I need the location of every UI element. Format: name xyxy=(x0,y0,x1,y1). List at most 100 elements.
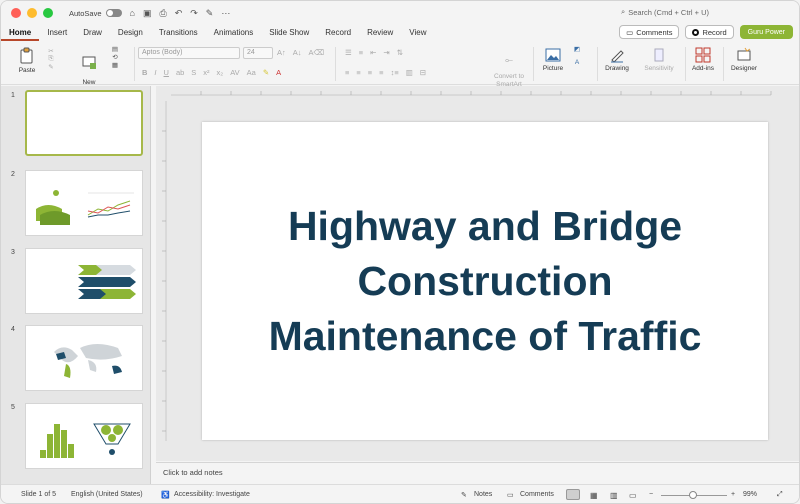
clear-format-icon[interactable]: A⌫ xyxy=(309,48,325,57)
undo-icon[interactable]: ↶ xyxy=(175,8,183,19)
zoom-out-icon[interactable]: − xyxy=(649,491,653,498)
cut-icon[interactable]: ✂ xyxy=(43,47,59,55)
font-name-field[interactable]: Aptos (Body) xyxy=(138,47,240,59)
underline-icon[interactable]: U xyxy=(164,68,169,77)
tab-transitions[interactable]: Transitions xyxy=(151,25,206,41)
current-slide[interactable]: Highway and Bridge Construction Maintena… xyxy=(202,122,768,440)
autosave-toggle[interactable] xyxy=(105,9,122,17)
subscript-icon[interactable]: x₂ xyxy=(217,68,224,77)
sensitivity-button[interactable]: Sensitivity xyxy=(641,47,677,72)
shapes-icon[interactable]: ◩ xyxy=(569,45,585,53)
accessibility-status[interactable]: Accessibility: Investigate xyxy=(174,491,250,498)
fit-slide-icon[interactable]: ⤢ xyxy=(777,491,783,499)
copy-icon[interactable]: ⎘ xyxy=(43,55,59,63)
textbox-icon[interactable]: A xyxy=(569,59,585,66)
text-direction-icon[interactable]: ⇅ xyxy=(397,48,403,57)
tab-animations[interactable]: Animations xyxy=(206,25,262,41)
thumbnail-slide-3[interactable] xyxy=(25,248,143,314)
more-icon[interactable]: ⋯ xyxy=(221,8,230,19)
tab-view[interactable]: View xyxy=(401,25,434,41)
increase-indent-icon[interactable]: ⇥ xyxy=(383,48,389,57)
increase-font-icon[interactable]: A↑ xyxy=(277,48,286,57)
numbering-icon[interactable]: ≡ xyxy=(359,48,363,57)
zoom-in-icon[interactable]: + xyxy=(731,491,735,498)
tab-record[interactable]: Record xyxy=(317,25,359,41)
zoom-slider-handle[interactable] xyxy=(689,491,697,499)
picture-button[interactable]: Picture xyxy=(539,47,567,72)
slideshow-icon[interactable]: ▭ xyxy=(629,491,637,500)
notes-icon[interactable]: ✎ xyxy=(461,491,467,499)
columns-icon[interactable]: ▥ xyxy=(406,68,413,77)
designer-button[interactable]: Designer xyxy=(728,47,760,72)
thumbnail-slide-5[interactable] xyxy=(25,403,143,469)
tab-design[interactable]: Design xyxy=(110,25,151,41)
thumbnail-slide-2[interactable] xyxy=(25,170,143,236)
align-left-icon[interactable]: ≡ xyxy=(345,68,349,77)
tab-insert[interactable]: Insert xyxy=(39,25,75,41)
normal-view-button[interactable] xyxy=(566,489,580,500)
addins-button[interactable]: Add-ins xyxy=(689,47,717,72)
drawing-button[interactable]: Drawing xyxy=(603,47,631,72)
paragraph-align-tools: ≡ ≡ ≡ ≡ ↕≡ ▥ ⊟ xyxy=(345,68,426,77)
zoom-window-button[interactable] xyxy=(43,8,53,18)
reading-view-icon[interactable]: ▥ xyxy=(610,491,618,500)
layout-icon[interactable]: ▤ xyxy=(105,45,125,53)
bold-icon[interactable]: B xyxy=(142,68,147,77)
window-controls xyxy=(11,8,53,18)
font-color-icon[interactable]: A xyxy=(276,68,281,77)
sensitivity-label: Sensitivity xyxy=(644,65,674,72)
close-window-button[interactable] xyxy=(11,8,21,18)
justify-icon[interactable]: ≡ xyxy=(379,68,383,77)
section-icon[interactable]: ▦ xyxy=(105,61,125,69)
reset-icon[interactable]: ⟲ xyxy=(105,53,125,61)
tab-draw[interactable]: Draw xyxy=(75,25,110,41)
line-spacing-icon[interactable]: ↕≡ xyxy=(391,68,399,77)
decrease-font-icon[interactable]: A↓ xyxy=(293,48,302,57)
home-icon[interactable]: ⌂ xyxy=(130,8,135,19)
thumbnail-slide-1[interactable] xyxy=(25,90,143,156)
superscript-icon[interactable]: x² xyxy=(203,68,209,77)
accessibility-icon[interactable]: ♿ xyxy=(161,491,170,499)
comments-toggle[interactable]: Comments xyxy=(520,491,554,498)
highlight-icon[interactable]: ✎ xyxy=(263,68,269,77)
record-button[interactable]: Record xyxy=(685,25,734,39)
notes-pane[interactable]: Click to add notes xyxy=(156,462,799,484)
thumbnail-slide-4[interactable] xyxy=(25,325,143,391)
search-box[interactable]: ⌕ Search (Cmd + Ctrl + U) xyxy=(621,7,709,17)
notes-toggle[interactable]: Notes xyxy=(474,491,492,498)
slide-title[interactable]: Highway and Bridge Construction Maintena… xyxy=(245,199,725,364)
align-center-icon[interactable]: ≡ xyxy=(356,68,360,77)
comments-button[interactable]: ▭ Comments xyxy=(619,25,680,39)
convert-smartart-button[interactable]: ⟜ Convert to SmartArt xyxy=(491,49,527,89)
slide-counter: Slide 1 of 5 xyxy=(21,491,57,498)
italic-icon[interactable]: I xyxy=(154,68,156,77)
print-icon[interactable]: ⎙ xyxy=(159,8,166,19)
paste-button[interactable]: Paste xyxy=(13,47,41,74)
brush-icon[interactable]: ✎ xyxy=(43,63,59,71)
thumbnail-number: 4 xyxy=(11,326,15,333)
tab-review[interactable]: Review xyxy=(359,25,401,41)
minimize-window-button[interactable] xyxy=(27,8,37,18)
tab-home[interactable]: Home xyxy=(1,25,40,41)
align-right-icon[interactable]: ≡ xyxy=(368,68,372,77)
slide-sorter-icon[interactable]: ▦ xyxy=(590,491,598,500)
addins-icon xyxy=(695,47,711,63)
autosave: AutoSave xyxy=(69,9,122,18)
strikethrough-icon[interactable]: ab xyxy=(176,68,184,77)
slide-thumbnails-pane: 1 2 3 4 5 xyxy=(1,86,151,484)
change-case-icon[interactable]: Aa xyxy=(247,68,256,77)
font-size-field[interactable]: 24 xyxy=(243,47,273,59)
shadow-icon[interactable]: S xyxy=(191,68,196,77)
guru-power-button[interactable]: Guru Power xyxy=(739,25,793,39)
comment-icon[interactable]: ▭ xyxy=(507,491,514,499)
save-icon[interactable]: ▣ xyxy=(143,8,152,19)
tab-slide-show[interactable]: Slide Show xyxy=(261,25,317,41)
decrease-indent-icon[interactable]: ⇤ xyxy=(370,48,376,57)
align-text-icon[interactable]: ⊟ xyxy=(420,68,426,77)
bullets-icon[interactable]: ☰ xyxy=(345,48,352,57)
redo-icon[interactable]: ↷ xyxy=(190,8,198,19)
language-indicator[interactable]: English (United States) xyxy=(71,491,143,498)
format-painter-icon[interactable]: ✎ xyxy=(206,8,214,19)
char-spacing-icon[interactable]: AV xyxy=(230,68,239,77)
zoom-level[interactable]: 99% xyxy=(743,491,757,498)
